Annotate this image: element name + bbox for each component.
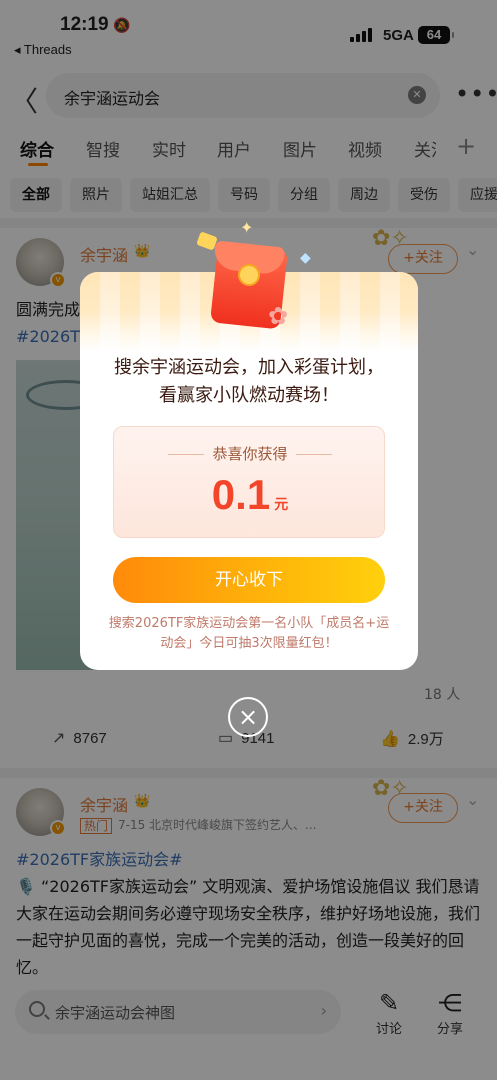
modal-title: 搜余宇涵运动会，加入彩蛋计划，看赢家小队燃动赛场！: [114, 357, 384, 406]
flower-icon: ✿: [268, 302, 289, 330]
envelope-seal: [238, 264, 260, 286]
red-packet-modal: 搜余宇涵运动会，加入彩蛋计划，看赢家小队燃动赛场！ 恭喜你获得 0.1 元 开心收…: [80, 272, 418, 670]
modal-note: 搜索2026TF家族运动会第一名小队「成员名+运动会」今日可抽3次限量红包！: [108, 616, 390, 651]
prize-card: 恭喜你获得 0.1 元: [113, 426, 385, 538]
close-modal-button[interactable]: ×: [228, 697, 268, 737]
prize-label: 恭喜你获得: [114, 443, 386, 464]
prize-amount: 0.1 元: [114, 471, 386, 519]
sparkle-icon: ◆: [300, 250, 311, 266]
prize-number: 0.1: [211, 471, 271, 518]
accept-button[interactable]: 开心收下: [113, 557, 385, 603]
prize-unit: 元: [274, 497, 289, 513]
sparkle-icon: ✦: [240, 218, 254, 237]
